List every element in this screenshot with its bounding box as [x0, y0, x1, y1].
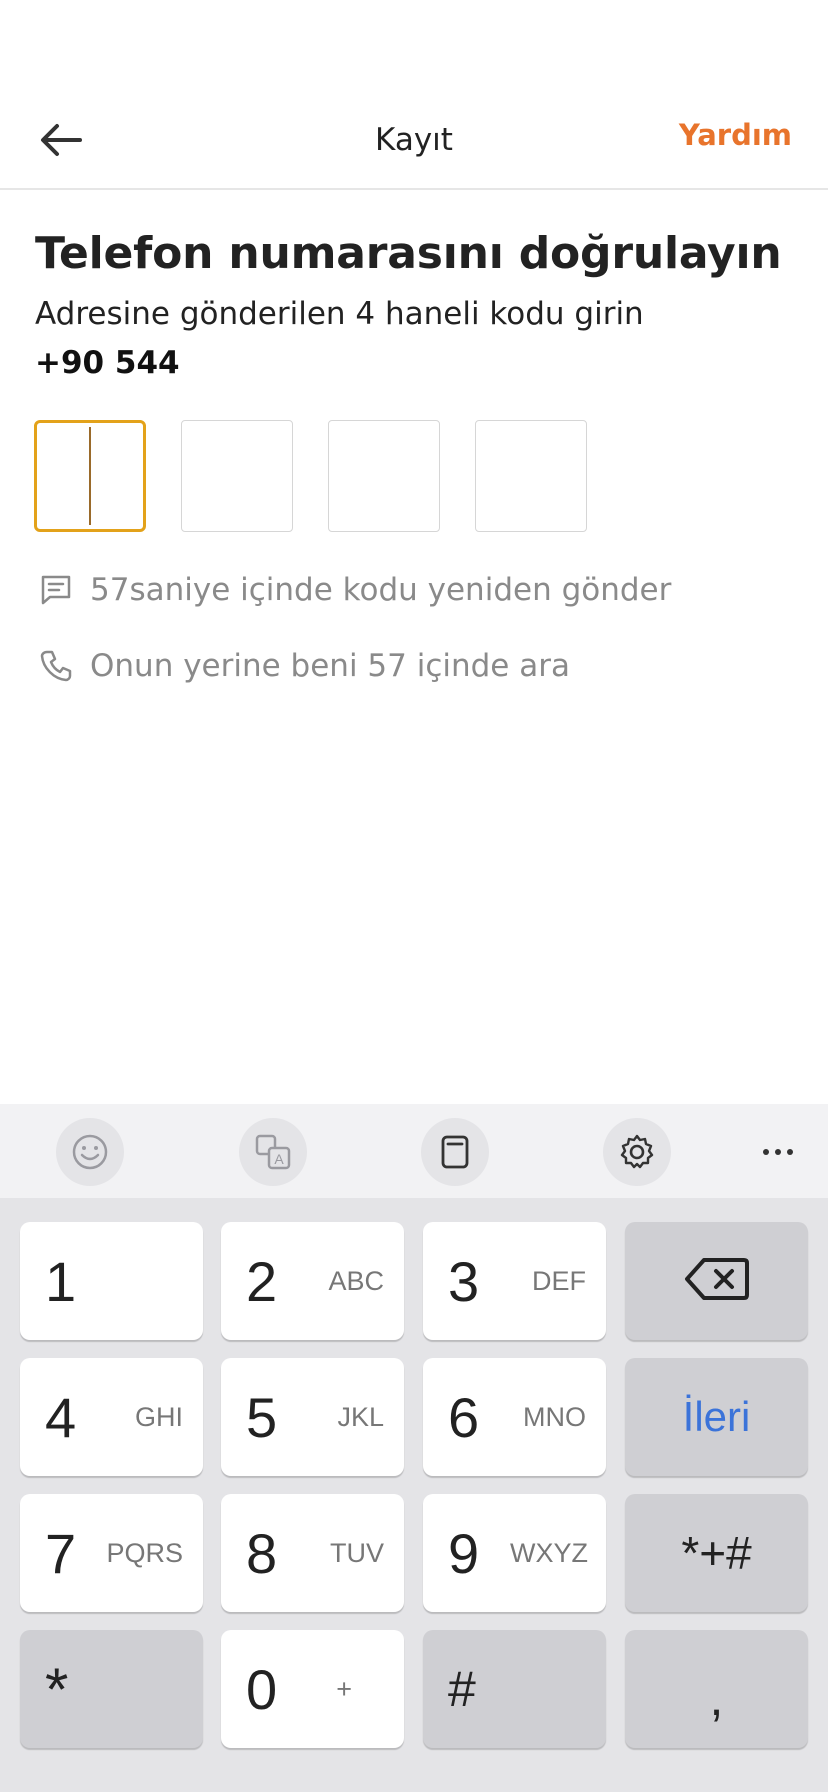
- key-letters: MNO: [523, 1401, 586, 1432]
- phone-icon: [36, 646, 76, 686]
- help-link[interactable]: Yardım: [679, 118, 792, 152]
- code-digit-2[interactable]: [181, 420, 293, 532]
- key-6[interactable]: 6 MNO: [423, 1358, 606, 1476]
- key-digit: 2: [246, 1249, 278, 1313]
- key-0[interactable]: 0 +: [221, 1630, 404, 1748]
- more-button[interactable]: [744, 1118, 812, 1186]
- translate-icon: A: [255, 1134, 291, 1170]
- code-digit-3[interactable]: [328, 420, 440, 532]
- key-digit: 6: [448, 1385, 480, 1449]
- clipboard-button[interactable]: [421, 1118, 489, 1186]
- svg-text:A: A: [274, 1151, 284, 1167]
- key-7[interactable]: 7 PQRS: [20, 1494, 203, 1612]
- symbols-key[interactable]: *+#: [625, 1494, 808, 1612]
- more-icon: [763, 1149, 793, 1155]
- key-letters: +: [336, 1673, 352, 1704]
- phone-number: +90 544: [35, 345, 180, 381]
- resend-code-text: 57saniye içinde kodu yeniden gönder: [90, 572, 672, 608]
- message-icon: [36, 570, 76, 610]
- key-digit: 7: [45, 1521, 77, 1585]
- key-digit: 3: [448, 1249, 480, 1313]
- key-9[interactable]: 9 WXYZ: [423, 1494, 606, 1612]
- app-header: Kayıt Yardım: [0, 88, 828, 190]
- key-letters: DEF: [532, 1265, 586, 1296]
- key-digit: 0: [246, 1657, 278, 1721]
- symbols-key-label: *+#: [681, 1527, 752, 1579]
- code-input-group: [34, 420, 587, 532]
- key-letters: PQRS: [106, 1537, 183, 1568]
- text-cursor: [89, 427, 91, 525]
- translate-button[interactable]: A: [239, 1118, 307, 1186]
- star-key[interactable]: *: [20, 1630, 203, 1748]
- instruction-text: Adresine gönderilen 4 haneli kodu girin: [35, 296, 644, 332]
- key-4[interactable]: 4 GHI: [20, 1358, 203, 1476]
- key-3[interactable]: 3 DEF: [423, 1222, 606, 1340]
- key-letters: WXYZ: [510, 1537, 588, 1568]
- call-me-text: Onun yerine beni 57 içinde ara: [90, 648, 570, 684]
- backspace-key[interactable]: [625, 1222, 808, 1340]
- star-key-label: *: [45, 1655, 69, 1723]
- hash-key-label: #: [448, 1661, 476, 1717]
- keyboard-toolbar: A: [0, 1104, 828, 1198]
- verify-phone-screen: Kayıt Yardım Telefon numarasını doğrulay…: [0, 0, 828, 1792]
- gear-icon: [620, 1134, 654, 1169]
- settings-button[interactable]: [603, 1118, 671, 1186]
- next-key[interactable]: İleri: [625, 1358, 808, 1476]
- key-digit: 9: [448, 1521, 480, 1585]
- resend-code-row[interactable]: 57saniye içinde kodu yeniden gönder: [36, 570, 671, 610]
- key-letters: GHI: [134, 1401, 183, 1432]
- key-letters: ABC: [328, 1265, 384, 1296]
- key-1[interactable]: 1: [20, 1222, 203, 1340]
- comma-key-label: ,: [709, 1670, 724, 1726]
- backspace-icon: [684, 1257, 749, 1300]
- code-digit-1[interactable]: [34, 420, 146, 532]
- emoji-button[interactable]: [56, 1118, 124, 1186]
- key-digit: 1: [45, 1249, 77, 1313]
- key-letters: JKL: [337, 1401, 384, 1432]
- key-digit: 4: [45, 1385, 77, 1449]
- key-digit: 8: [246, 1521, 278, 1585]
- emoji-icon: [72, 1134, 108, 1170]
- key-5[interactable]: 5 JKL: [221, 1358, 404, 1476]
- call-me-row[interactable]: Onun yerine beni 57 içinde ara: [36, 646, 570, 686]
- key-8[interactable]: 8 TUV: [221, 1494, 404, 1612]
- numeric-keyboard: 1 2 ABC 3 DEF 4 GHI 5 JKL 6 MNO İleri 7 …: [0, 1198, 828, 1792]
- key-2[interactable]: 2 ABC: [221, 1222, 404, 1340]
- hash-key[interactable]: #: [423, 1630, 606, 1748]
- comma-key[interactable]: ,: [625, 1630, 808, 1748]
- heading: Telefon numarasını doğrulayın: [35, 228, 782, 279]
- key-letters: TUV: [330, 1537, 384, 1568]
- key-digit: 5: [246, 1385, 278, 1449]
- clipboard-icon: [441, 1135, 469, 1169]
- next-key-label: İleri: [682, 1393, 751, 1440]
- backspace-wrap: [625, 1256, 808, 1307]
- code-digit-4[interactable]: [475, 420, 587, 532]
